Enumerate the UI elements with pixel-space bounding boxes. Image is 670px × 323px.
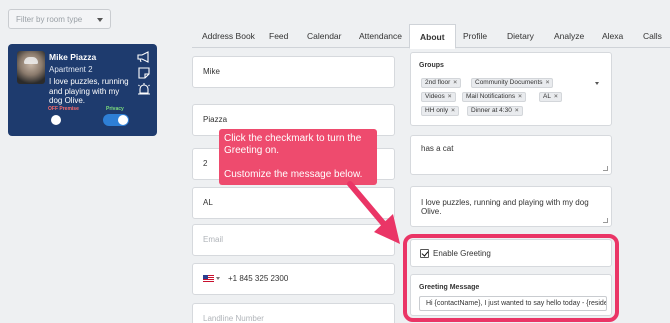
notes-value: has a cat: [421, 144, 454, 153]
groups-title: Groups: [419, 62, 444, 69]
resident-card[interactable]: Mike Piazza Apartment 2 I love puzzles, …: [8, 44, 157, 136]
resize-handle-icon[interactable]: [603, 166, 608, 171]
group-chip: Community Documents ×: [471, 78, 554, 88]
bio-value: I love puzzles, running and playing with…: [421, 198, 589, 216]
tab-feed[interactable]: Feed: [269, 24, 288, 48]
group-chip-label: 2nd floor: [425, 79, 451, 86]
groups-select[interactable]: Groups 2nd floor × Community Documents × V…: [410, 52, 612, 126]
state-field[interactable]: AL: [192, 187, 395, 219]
remove-icon[interactable]: ×: [515, 107, 519, 114]
landline-field[interactable]: Landline Number: [192, 303, 395, 323]
group-chip-label: AL: [543, 93, 551, 100]
tutorial-callout: Click the checkmark to turn the Greeting…: [219, 129, 377, 185]
phone-value: +1 845 325 2300: [228, 274, 289, 283]
group-chip: Videos ×: [421, 92, 456, 102]
phone-field[interactable]: +1 845 325 2300: [192, 263, 395, 295]
group-chip-label: Community Documents: [475, 79, 543, 86]
remove-icon[interactable]: ×: [453, 79, 457, 86]
remove-icon[interactable]: ×: [546, 79, 550, 86]
resident-apartment: Apartment 2: [49, 65, 93, 74]
first-name-field[interactable]: Mike: [192, 56, 395, 88]
tab-attendance[interactable]: Attendance: [359, 24, 402, 48]
resident-name: Mike Piazza: [49, 52, 97, 62]
callout-line-2: Customize the message below.: [224, 169, 363, 180]
note-icon[interactable]: [137, 67, 151, 79]
tab-calendar[interactable]: Calendar: [307, 24, 342, 48]
remove-icon[interactable]: ×: [451, 107, 455, 114]
toggle-knob: [51, 115, 61, 125]
group-chip-label: Mail Notifications: [466, 93, 516, 100]
notes-textarea[interactable]: has a cat: [410, 135, 612, 175]
tab-profile[interactable]: Profile: [463, 24, 487, 48]
group-chip: 2nd floor ×: [421, 78, 462, 88]
tab-alexa[interactable]: Alexa: [602, 24, 623, 48]
group-chip-label: Dinner at 4:30: [471, 107, 512, 114]
remove-icon[interactable]: ×: [448, 93, 452, 100]
greeting-highlight-frame: [403, 234, 619, 322]
chevron-down-icon[interactable]: [216, 277, 220, 281]
tab-calls[interactable]: Calls: [643, 24, 662, 48]
privacy-label: Privacy: [106, 106, 124, 112]
room-type-filter[interactable]: Filter by room type: [8, 9, 111, 29]
privacy-toggle[interactable]: [103, 114, 129, 126]
tab-address-book[interactable]: Address Book: [202, 24, 255, 48]
tab-bar: Address Book Feed Calendar Attendance Ab…: [192, 24, 670, 49]
us-flag-icon[interactable]: [203, 275, 214, 283]
bio-textarea[interactable]: I love puzzles, running and playing with…: [410, 186, 612, 227]
avatar: [17, 51, 45, 84]
toggle-knob: [118, 115, 128, 125]
tab-about[interactable]: About: [409, 24, 456, 49]
resize-handle-icon[interactable]: [603, 218, 608, 223]
filter-placeholder: Filter by room type: [16, 15, 83, 24]
off-premise-toggle[interactable]: [51, 114, 77, 126]
off-premise-label: OFF Premise: [48, 106, 79, 112]
group-chip: Mail Notifications ×: [462, 92, 526, 102]
megaphone-icon[interactable]: [137, 51, 151, 63]
remove-icon[interactable]: ×: [518, 93, 522, 100]
chevron-down-icon: [97, 18, 103, 22]
alarm-icon[interactable]: [137, 83, 151, 95]
group-chip: HH only ×: [421, 106, 459, 116]
tab-dietary[interactable]: Dietary: [507, 24, 534, 48]
resident-bio: I love puzzles, running and playing with…: [49, 77, 129, 105]
group-chip: Dinner at 4:30 ×: [467, 106, 523, 116]
group-chip-label: HH only: [425, 107, 449, 114]
email-field[interactable]: Email: [192, 224, 395, 256]
group-chip-label: Videos: [425, 93, 445, 100]
remove-icon[interactable]: ×: [554, 93, 558, 100]
group-chip: AL ×: [539, 92, 562, 102]
chevron-down-icon[interactable]: [595, 82, 599, 85]
callout-line-1: Click the checkmark to turn the Greeting…: [224, 133, 362, 156]
tab-analyze[interactable]: Analyze: [554, 24, 584, 48]
